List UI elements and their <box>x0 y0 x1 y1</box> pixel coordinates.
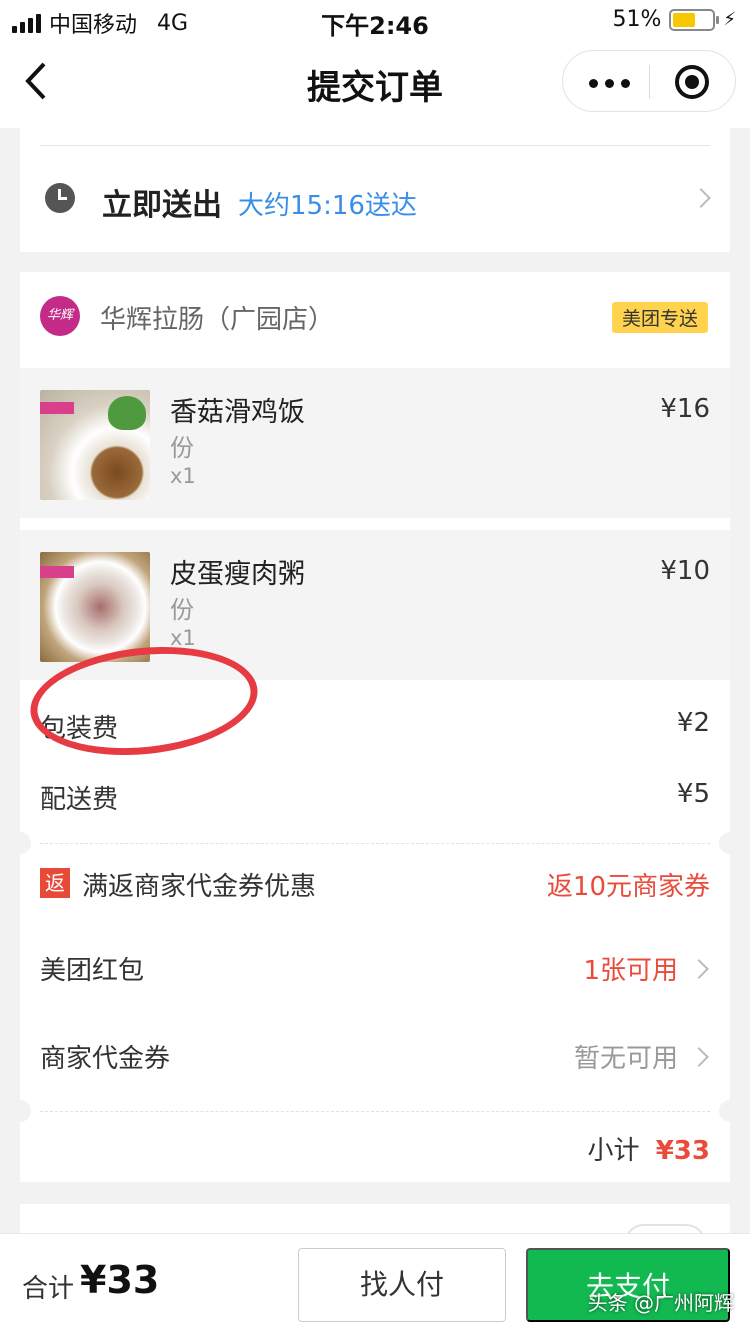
item-name: 皮蛋瘦肉粥 <box>170 559 305 590</box>
delivery-time-row[interactable]: 立即送出 大约15:16送达 <box>20 128 730 252</box>
subtotal-value: ¥33 <box>655 1136 710 1166</box>
chevron-right-icon <box>689 959 709 979</box>
battery-icon <box>669 8 720 31</box>
rebate-label: 满返商家代金券优惠 <box>82 872 317 902</box>
friend-pay-button[interactable]: 找人付 <box>298 1248 506 1322</box>
status-bar: 中国移动 4G 下午2:46 51% ⚡ <box>0 0 750 40</box>
voucher-row[interactable]: 商家代金券 暂无可用 <box>40 1038 710 1078</box>
ticket-notch <box>9 1100 31 1122</box>
subtotal-row: 小计 ¥33 <box>40 1130 710 1170</box>
delivery-estimate: 大约15:16送达 <box>238 191 417 221</box>
ticket-notch <box>719 1100 741 1122</box>
dashed-divider <box>40 1111 710 1112</box>
rebate-value: 返10元商家券 <box>546 872 710 902</box>
status-right: 51% ⚡ <box>612 7 736 32</box>
subtotal-label: 小计 <box>587 1136 640 1166</box>
watermark: 头条 @广州阿辉 <box>587 1291 734 1315</box>
chevron-right-icon <box>689 1047 709 1067</box>
delivery-fee-row: 配送费 ¥5 <box>40 779 710 819</box>
rebate-row: 返 满返商家代金券优惠 返10元商家券 <box>40 866 710 906</box>
item-price: ¥10 <box>660 556 710 586</box>
close-miniprogram-icon[interactable] <box>675 65 709 99</box>
delivery-label: 立即送出 <box>102 188 222 223</box>
red-packet-row[interactable]: 美团红包 1张可用 <box>40 950 710 990</box>
total-value: ¥33 <box>80 1258 160 1302</box>
voucher-value: 暂无可用 <box>573 1044 678 1074</box>
order-card: 华辉 华辉拉肠（广园店） 美团专送 香菇滑鸡饭 份 x1 ¥16 皮蛋瘦肉粥 份… <box>9 272 741 1182</box>
item-image <box>40 552 150 662</box>
shop-logo: 华辉 <box>40 296 80 336</box>
red-packet-value: 1张可用 <box>583 956 678 986</box>
packaging-fee-value: ¥2 <box>676 708 710 738</box>
order-item: 香菇滑鸡饭 份 x1 ¥16 <box>20 368 730 518</box>
item-quantity: x1 <box>170 464 196 488</box>
delivery-fee-value: ¥5 <box>676 779 710 809</box>
chevron-right-icon <box>691 188 711 208</box>
dashed-divider <box>40 843 710 844</box>
clock-icon <box>45 183 75 213</box>
delivery-fee-label: 配送费 <box>40 785 119 815</box>
miniprogram-capsule <box>562 50 736 112</box>
nav-bar: 提交订单 <box>0 40 750 128</box>
more-icon[interactable] <box>589 79 630 88</box>
item-separator <box>20 520 730 528</box>
delivery-badge: 美团专送 <box>611 302 708 333</box>
capsule-divider <box>649 65 650 99</box>
shop-name: 华辉拉肠（广园店） <box>100 305 335 335</box>
ticket-notch <box>9 832 31 854</box>
item-name: 香菇滑鸡饭 <box>170 397 305 428</box>
voucher-label: 商家代金券 <box>40 1044 171 1074</box>
item-image <box>40 390 150 500</box>
battery-percent: 51% <box>612 7 662 32</box>
charging-icon: ⚡ <box>723 9 736 30</box>
item-price: ¥16 <box>660 394 710 424</box>
rebate-icon: 返 <box>40 868 70 898</box>
bottom-action-bar: 合计 ¥33 找人付 去支付 头条 @广州阿辉 <box>0 1233 750 1334</box>
item-unit: 份 <box>170 596 194 624</box>
total-label: 合计 <box>22 1274 75 1304</box>
divider <box>40 145 710 146</box>
item-unit: 份 <box>170 434 194 462</box>
red-packet-label: 美团红包 <box>40 956 145 986</box>
ticket-notch <box>719 832 741 854</box>
